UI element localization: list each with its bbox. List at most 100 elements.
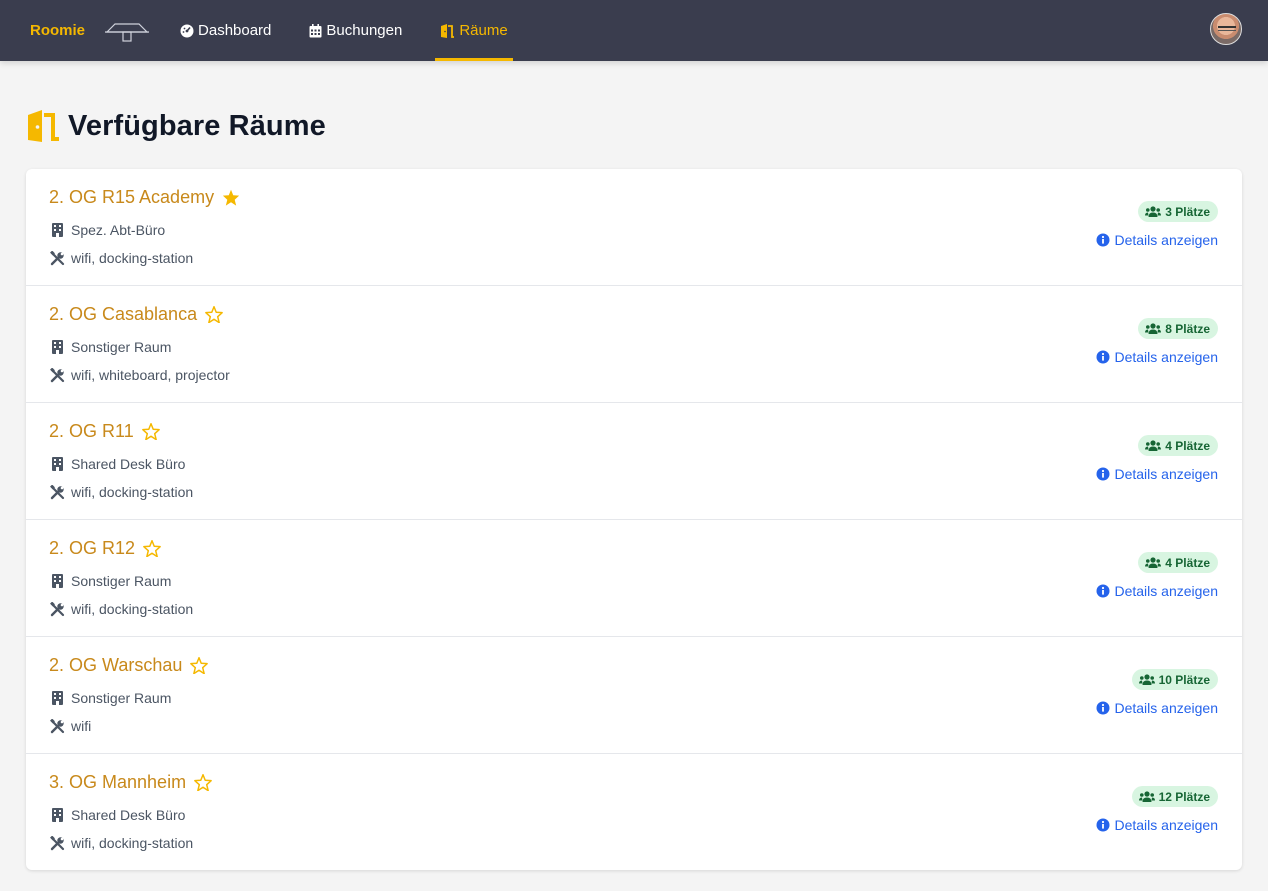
room-type-label: Sonstiger Raum	[71, 690, 172, 706]
nav-rooms[interactable]: Räume	[435, 0, 514, 61]
info-circle-icon	[1096, 467, 1110, 481]
building-icon	[49, 691, 65, 705]
details-label[interactable]: Details anzeigen	[1114, 583, 1218, 599]
room-equipment-label: wifi, whiteboard, projector	[71, 367, 230, 383]
room-equipment: wifi, whiteboard, projector	[49, 367, 230, 383]
users-icon	[1145, 556, 1162, 569]
room-name-link[interactable]: 2. OG R15 Academy	[49, 187, 240, 208]
user-avatar[interactable]	[1210, 13, 1242, 45]
favorite-star-icon[interactable]	[222, 189, 240, 206]
seats-badge: 4 Plätze	[1138, 435, 1218, 456]
room-name-link[interactable]: 2. OG R12	[49, 538, 161, 559]
room-item: 2. OG R11 Shared Desk Büro wifi, docking…	[26, 403, 1242, 520]
seats-label: 4 Plätze	[1165, 555, 1210, 570]
room-equipment: wifi	[49, 718, 91, 734]
room-equipment: wifi, docking-station	[49, 835, 193, 851]
seats-badge: 3 Plätze	[1138, 201, 1218, 222]
building-icon	[49, 223, 65, 237]
room-name[interactable]: 2. OG R11	[49, 421, 134, 442]
nav-bookings-label: Buchungen	[326, 22, 403, 39]
details-label[interactable]: Details anzeigen	[1114, 349, 1218, 365]
favorite-star-icon[interactable]	[194, 774, 212, 791]
room-item: 2. OG Warschau Sonstiger Raum wifi 10 Pl…	[26, 637, 1242, 754]
room-equipment-label: wifi, docking-station	[71, 601, 194, 617]
seats-label: 4 Plätze	[1165, 438, 1210, 453]
page-title: Verfügbare Räume	[68, 109, 326, 142]
room-type: Sonstiger Raum	[49, 573, 171, 589]
room-name[interactable]: 2. OG R15 Academy	[49, 187, 214, 208]
dashboard-icon	[180, 24, 194, 38]
tools-icon	[49, 835, 65, 851]
room-type: Spez. Abt-Büro	[49, 222, 165, 238]
details-label[interactable]: Details anzeigen	[1114, 466, 1218, 482]
details-label[interactable]: Details anzeigen	[1114, 700, 1218, 716]
building-icon	[49, 808, 65, 822]
details-label[interactable]: Details anzeigen	[1114, 232, 1218, 248]
room-item: 2. OG R12 Sonstiger Raum wifi, docking-s…	[26, 520, 1242, 637]
top-navbar: Roomie Dashboard Buchungen Räume	[0, 0, 1268, 61]
room-list: 2. OG R15 Academy Spez. Abt-Büro wifi, d…	[26, 169, 1242, 870]
favorite-star-icon[interactable]	[141, 423, 160, 440]
seats-label: 3 Plätze	[1165, 204, 1210, 219]
room-name-link[interactable]: 2. OG Casablanca	[49, 304, 223, 325]
building-icon	[49, 457, 65, 471]
tools-icon	[49, 484, 65, 500]
room-name-link[interactable]: 2. OG Warschau	[49, 655, 209, 676]
info-circle-icon	[1096, 701, 1110, 715]
info-circle-icon	[1096, 350, 1110, 364]
info-circle-icon	[1096, 818, 1110, 832]
room-item: 3. OG Mannheim Shared Desk Büro wifi, do…	[26, 754, 1242, 870]
room-equipment: wifi, docking-station	[49, 250, 193, 266]
desk-logo-icon	[105, 0, 150, 61]
calendar-icon	[309, 23, 322, 38]
details-link[interactable]: Details anzeigen	[1096, 817, 1218, 833]
room-type: Sonstiger Raum	[49, 690, 171, 706]
seats-label: 10 Plätze	[1158, 672, 1210, 687]
details-label[interactable]: Details anzeigen	[1114, 817, 1218, 833]
room-type-label: Sonstiger Raum	[71, 339, 172, 355]
nav-bookings[interactable]: Buchungen	[304, 0, 407, 61]
room-name-link[interactable]: 2. OG R11	[49, 421, 160, 442]
seats-label: 8 Plätze	[1165, 321, 1210, 336]
details-link[interactable]: Details anzeigen	[1096, 232, 1218, 248]
room-type-label: Spez. Abt-Büro	[71, 222, 166, 238]
room-name[interactable]: 2. OG Warschau	[49, 655, 182, 676]
room-name[interactable]: 2. OG Casablanca	[49, 304, 197, 325]
room-equipment-label: wifi, docking-station	[71, 250, 194, 266]
tools-icon	[49, 367, 65, 383]
nav-dashboard-label: Dashboard	[198, 22, 272, 39]
brand-name[interactable]: Roomie	[30, 0, 85, 61]
favorite-star-icon[interactable]	[205, 306, 223, 323]
nav-rooms-label: Räume	[459, 22, 508, 39]
room-equipment-label: wifi, docking-station	[71, 484, 194, 500]
room-item: 2. OG Casablanca Sonstiger Raum wifi, wh…	[26, 286, 1242, 403]
seats-badge: 10 Plätze	[1131, 669, 1218, 690]
favorite-star-icon[interactable]	[143, 540, 161, 557]
users-icon	[1138, 673, 1155, 686]
room-name[interactable]: 3. OG Mannheim	[49, 772, 186, 793]
users-icon	[1145, 322, 1162, 335]
room-name[interactable]: 2. OG R12	[49, 538, 135, 559]
room-name-link[interactable]: 3. OG Mannheim	[49, 772, 212, 793]
room-equipment: wifi, docking-station	[49, 601, 193, 617]
room-type: Shared Desk Büro	[49, 456, 185, 472]
details-link[interactable]: Details anzeigen	[1096, 349, 1218, 365]
users-icon	[1138, 790, 1155, 803]
users-icon	[1145, 439, 1162, 452]
details-link[interactable]: Details anzeigen	[1096, 700, 1218, 716]
door-icon	[440, 23, 455, 38]
seats-badge: 8 Plätze	[1138, 318, 1218, 339]
room-type: Sonstiger Raum	[49, 339, 171, 355]
room-item: 2. OG R15 Academy Spez. Abt-Büro wifi, d…	[26, 169, 1242, 286]
building-icon	[49, 340, 65, 354]
details-link[interactable]: Details anzeigen	[1096, 583, 1218, 599]
details-link[interactable]: Details anzeigen	[1096, 466, 1218, 482]
door-icon	[26, 110, 60, 142]
room-type-label: Shared Desk Büro	[71, 456, 186, 472]
nav-dashboard[interactable]: Dashboard	[175, 0, 276, 61]
seats-badge: 4 Plätze	[1138, 552, 1218, 573]
room-type: Shared Desk Büro	[49, 807, 185, 823]
users-icon	[1145, 205, 1162, 218]
tools-icon	[49, 601, 65, 617]
favorite-star-icon[interactable]	[190, 657, 209, 674]
